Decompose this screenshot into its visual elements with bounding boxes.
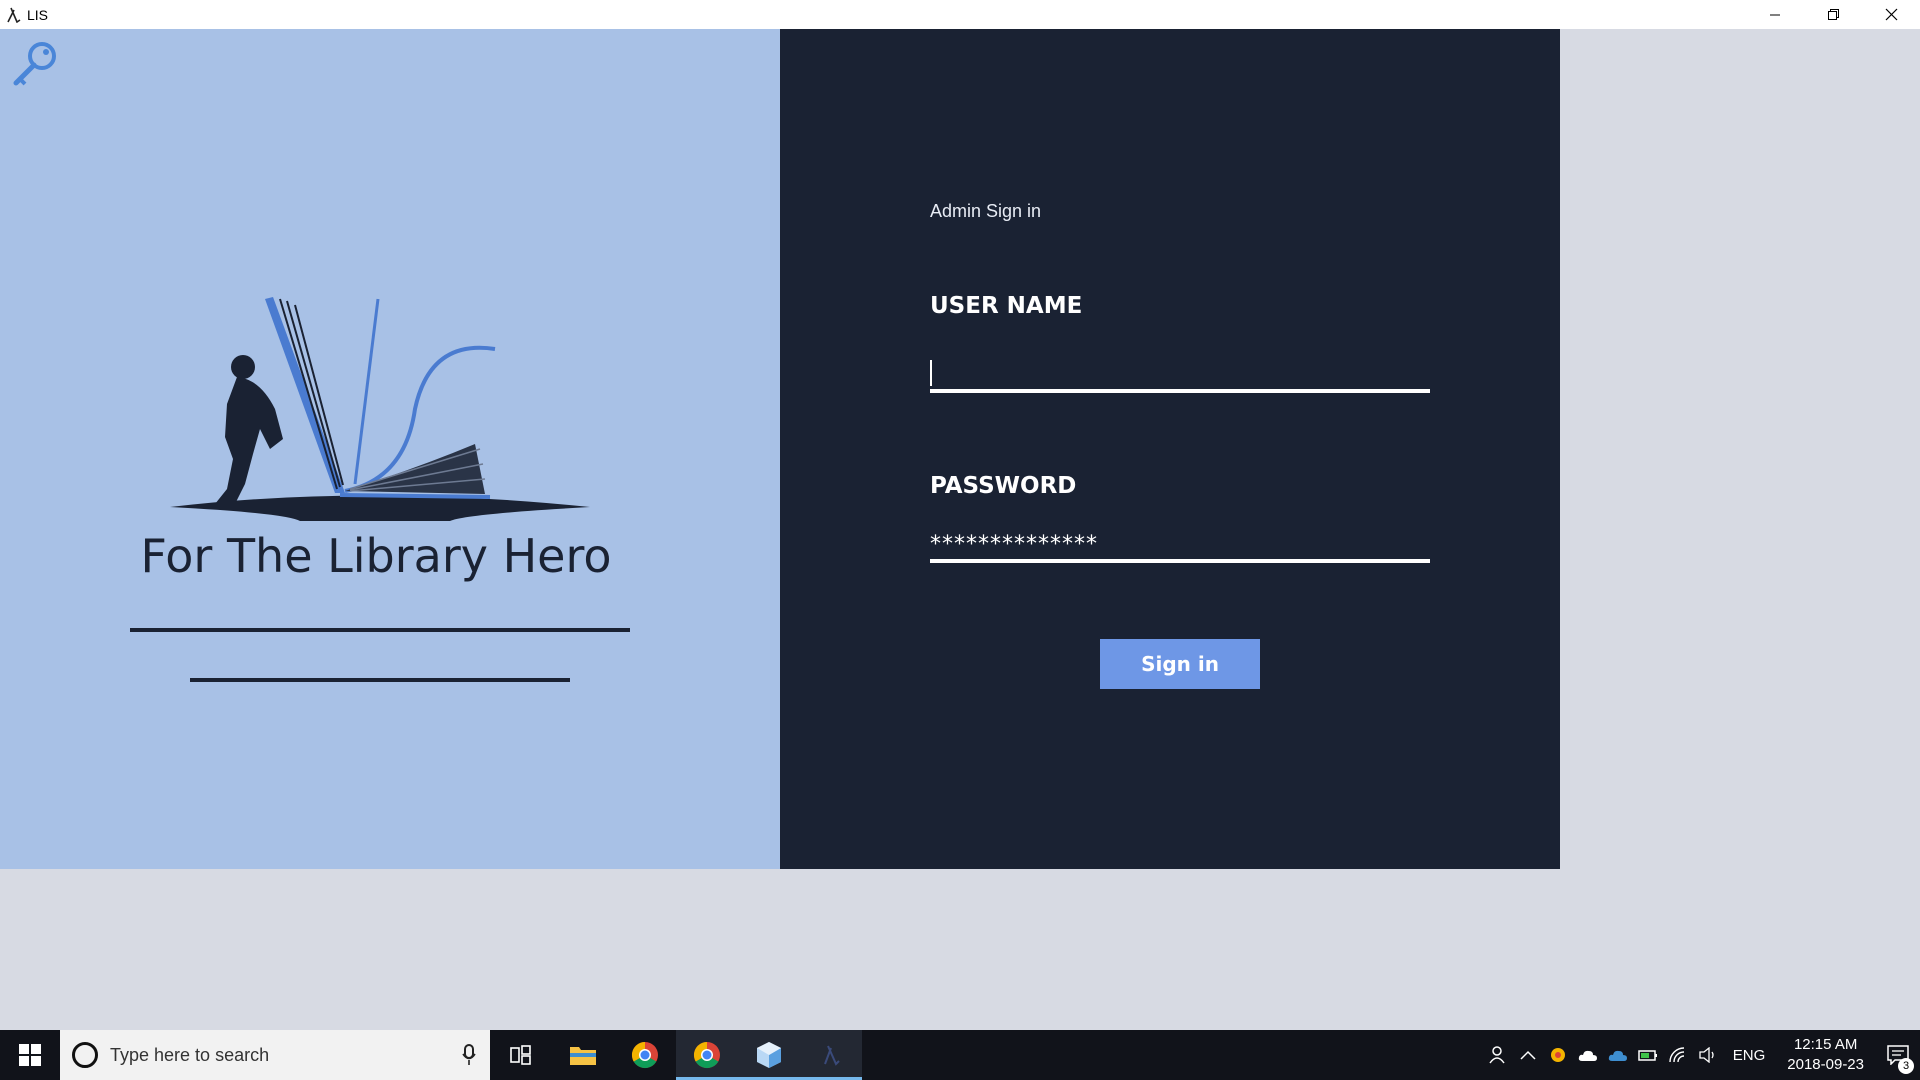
- clock-time: 12:15 AM: [1793, 1036, 1858, 1053]
- title-bar: LIS: [0, 0, 1920, 29]
- wifi-icon: [1669, 1047, 1684, 1063]
- minimize-icon: [1770, 14, 1780, 15]
- task-view-icon: [510, 1045, 531, 1065]
- username-label: USER NAME: [930, 293, 1083, 319]
- people-icon: [1489, 1046, 1505, 1064]
- password-input[interactable]: **************: [930, 528, 1430, 563]
- minimize-button[interactable]: [1746, 0, 1804, 29]
- signin-heading: Admin Sign in: [930, 201, 1042, 221]
- chrome-icon: [631, 1041, 658, 1069]
- taskbar-search[interactable]: Type here to search: [60, 1030, 490, 1080]
- tray-app-button[interactable]: [1543, 1030, 1573, 1080]
- window-controls: [1746, 0, 1920, 29]
- cloud-blue-icon: [1608, 1050, 1627, 1061]
- clock[interactable]: 12:15 AM 2018-09-23: [1787, 1035, 1864, 1075]
- password-label: PASSWORD: [930, 473, 1077, 499]
- clock-date: 2018-09-23: [1787, 1056, 1864, 1073]
- username-input[interactable]: [930, 356, 1430, 393]
- chevron-up-icon: [1520, 1050, 1536, 1060]
- search-placeholder: Type here to search: [110, 1044, 270, 1065]
- action-center-button[interactable]: 3: [1876, 1030, 1920, 1080]
- restore-icon: [1827, 9, 1839, 20]
- close-icon: [1885, 8, 1897, 21]
- microphone-icon[interactable]: [462, 1044, 476, 1066]
- onedrive-business-button[interactable]: [1603, 1030, 1633, 1080]
- task-view-button[interactable]: [490, 1030, 552, 1080]
- taskbar: Type here to search ENG 12:15 AM 2018-09…: [0, 1030, 1920, 1080]
- colorful-app-icon: [1550, 1048, 1565, 1062]
- start-button[interactable]: [0, 1030, 60, 1080]
- battery-button[interactable]: [1633, 1030, 1663, 1080]
- hero-title: For The Library Hero: [140, 529, 612, 583]
- speaker-icon: [1699, 1047, 1714, 1063]
- 3d-builder-button[interactable]: [738, 1030, 800, 1080]
- people-button[interactable]: [1483, 1030, 1513, 1080]
- lis-app-button[interactable]: [800, 1030, 862, 1080]
- show-hidden-icons-button[interactable]: [1513, 1030, 1543, 1080]
- notification-count: 3: [1898, 1058, 1914, 1074]
- cloud-icon: [1578, 1050, 1597, 1061]
- chrome-window-button[interactable]: [676, 1030, 738, 1080]
- chrome-button[interactable]: [614, 1030, 676, 1080]
- divider-line: [130, 628, 630, 632]
- language-indicator[interactable]: ENG: [1733, 1047, 1766, 1064]
- text-caret: [930, 360, 932, 386]
- windows-icon: [19, 1044, 41, 1066]
- onedrive-button[interactable]: [1573, 1030, 1603, 1080]
- password-value: **************: [930, 532, 1098, 557]
- library-hero-logo: [170, 297, 590, 521]
- system-tray: ENG 12:15 AM 2018-09-23 3: [1483, 1030, 1920, 1080]
- window-title: LIS: [27, 6, 49, 23]
- app-icon: [7, 7, 21, 23]
- chrome-icon: [693, 1041, 720, 1069]
- battery-icon: [1638, 1050, 1657, 1061]
- key-icon: [13, 42, 56, 86]
- lis-app-icon: [824, 1045, 840, 1066]
- cortana-icon: [72, 1042, 98, 1068]
- branding-panel: For The Library Hero: [0, 29, 780, 869]
- file-explorer-button[interactable]: [552, 1030, 614, 1080]
- cube-icon: [757, 1042, 781, 1068]
- signin-button[interactable]: Sign in: [1100, 639, 1260, 689]
- volume-button[interactable]: [1693, 1030, 1723, 1080]
- signin-panel: Admin Sign in USER NAME PASSWORD *******…: [780, 29, 1560, 869]
- folder-icon: [570, 1047, 596, 1065]
- network-button[interactable]: [1663, 1030, 1693, 1080]
- divider-line-short: [190, 678, 570, 682]
- close-button[interactable]: [1862, 0, 1920, 29]
- restore-button[interactable]: [1804, 0, 1862, 29]
